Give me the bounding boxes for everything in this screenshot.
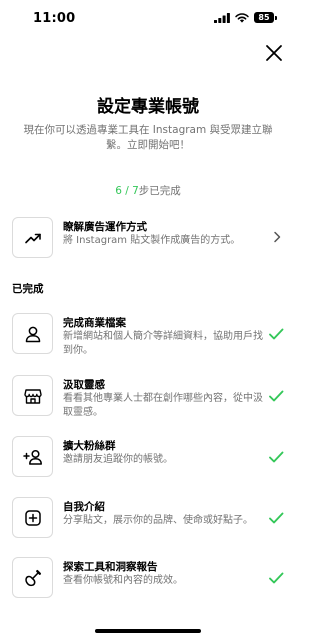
checkmark-icon bbox=[269, 328, 284, 340]
shop-icon bbox=[23, 388, 42, 404]
page-description: 現在你可以透過專業工具在 Instagram 與受眾建立聯繫。立即開始吧！ bbox=[23, 124, 273, 151]
person-icon bbox=[25, 326, 40, 342]
step-icon-box bbox=[12, 375, 53, 416]
progress-separator: / bbox=[121, 185, 133, 197]
step-description: 分享貼文，展示你的品牌、使命或好點子。 bbox=[63, 515, 253, 526]
completed-item-profile[interactable]: 完成商業檔案 新增網站和個人簡介等詳細資料，協助用戶找到你。 bbox=[12, 313, 284, 357]
step-description: 查看你帳號和內容的成效。 bbox=[63, 575, 183, 586]
status-bar: 11:00 85 bbox=[0, 0, 296, 40]
battery-level: 85 bbox=[258, 13, 270, 22]
completed-item-insights[interactable]: 探索工具和洞察報告 查看你帳號和內容的成效。 bbox=[12, 557, 284, 601]
step-description: 邀請朋友追蹤你的帳號。 bbox=[63, 454, 173, 465]
checkmark-icon bbox=[269, 572, 284, 584]
progress-current: 6 bbox=[115, 185, 122, 197]
add-person-icon bbox=[22, 449, 42, 465]
step-icon-box bbox=[12, 313, 53, 354]
progress-total: 7 bbox=[132, 185, 139, 197]
status-time: 11:00 bbox=[33, 11, 76, 26]
step-title: 汲取靈感 bbox=[63, 379, 105, 391]
step-title: 擴大粉絲群 bbox=[63, 440, 116, 452]
step-description: 看看其他專業人士都在創作哪些內容，從中汲取靈感。 bbox=[63, 393, 263, 418]
guitar-icon bbox=[24, 569, 41, 586]
step-icon-box bbox=[12, 557, 53, 598]
checkmark-icon bbox=[269, 512, 284, 524]
home-indicator[interactable] bbox=[95, 629, 201, 633]
signal-icon bbox=[214, 12, 230, 23]
step-icon-box bbox=[12, 217, 53, 258]
step-title: 探索工具和洞察報告 bbox=[63, 561, 158, 573]
status-icons: 85 bbox=[214, 12, 277, 23]
step-icon-box bbox=[12, 497, 53, 538]
battery-icon: 85 bbox=[254, 12, 277, 23]
progress-suffix: 步已完成 bbox=[138, 185, 181, 197]
step-item-ads[interactable]: 瞭解廣告運作方式 將 Instagram 貼文製作成廣告的方式。 bbox=[12, 217, 284, 261]
checkmark-icon bbox=[269, 390, 284, 402]
add-post-icon bbox=[24, 509, 41, 526]
step-title: 完成商業檔案 bbox=[63, 317, 126, 329]
completed-item-followers[interactable]: 擴大粉絲群 邀請朋友追蹤你的帳號。 bbox=[12, 436, 284, 480]
step-description: 將 Instagram 貼文製作成廣告的方式。 bbox=[63, 235, 241, 246]
step-icon-box bbox=[12, 436, 53, 477]
completed-item-intro[interactable]: 自我介紹 分享貼文，展示你的品牌、使命或好點子。 bbox=[12, 497, 284, 541]
progress-indicator: 6 / 7步已完成 bbox=[0, 183, 296, 198]
trending-up-icon bbox=[24, 233, 41, 243]
close-button[interactable] bbox=[262, 41, 286, 65]
close-icon bbox=[266, 45, 282, 61]
checkmark-icon bbox=[269, 451, 284, 463]
chevron-right-icon bbox=[274, 231, 281, 243]
completed-item-inspiration[interactable]: 汲取靈感 看看其他專業人士都在創作哪些內容，從中汲取靈感。 bbox=[12, 375, 284, 419]
step-description: 新增網站和個人簡介等詳細資料，協助用戶找到你。 bbox=[63, 331, 263, 356]
completed-section-label: 已完成 bbox=[12, 283, 44, 295]
step-title: 自我介紹 bbox=[63, 501, 105, 513]
wifi-icon bbox=[235, 12, 249, 23]
step-title: 瞭解廣告運作方式 bbox=[63, 221, 147, 233]
page-title: 設定專業帳號 bbox=[97, 97, 199, 117]
